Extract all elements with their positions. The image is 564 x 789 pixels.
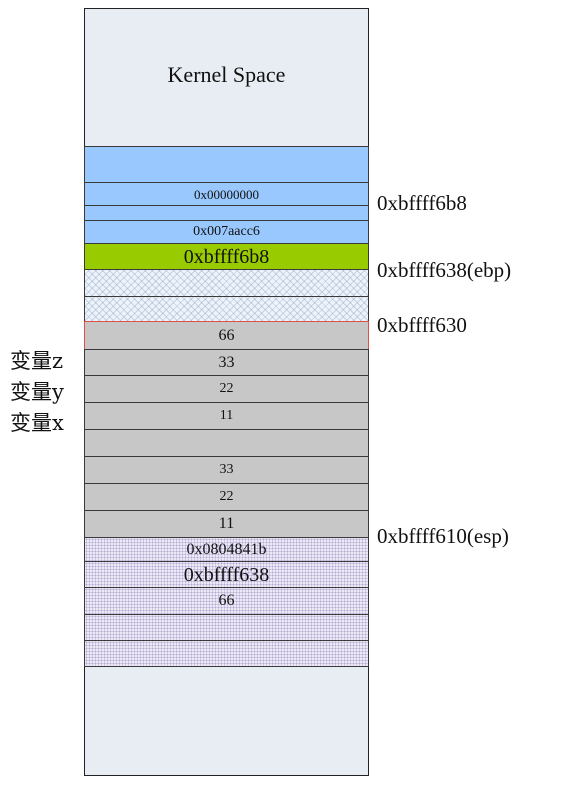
stack-cell: 66 bbox=[84, 587, 369, 615]
stack-cell: 0xbffff638 bbox=[84, 561, 369, 588]
stack-cell-highlighted: 66 bbox=[84, 321, 369, 350]
stack-cell: 0x0804841b bbox=[84, 537, 369, 562]
stack-cell: 0x00000000 bbox=[84, 182, 369, 206]
stack-cell bbox=[84, 296, 369, 322]
stack-cell bbox=[84, 146, 369, 183]
saved-ebp-cell: 0xbffff6b8 bbox=[84, 243, 369, 270]
variable-label-x: 变量x bbox=[10, 411, 64, 435]
stack-cell bbox=[84, 429, 369, 457]
stack-cell: 22 bbox=[84, 483, 369, 511]
stack-cell-x: 11 bbox=[84, 402, 369, 430]
stack-cell: 0x007aacc6 bbox=[84, 220, 369, 244]
variable-label-z: 变量z bbox=[10, 349, 64, 373]
stack-cell bbox=[84, 269, 369, 297]
address-label: 0xbffff630 bbox=[377, 313, 467, 337]
kernel-space-label: Kernel Space bbox=[167, 62, 286, 87]
stack-cell bbox=[84, 614, 369, 641]
stack-cell bbox=[84, 640, 369, 667]
variable-label-y: 变量y bbox=[10, 380, 64, 404]
address-label-esp: 0xbffff610(esp) bbox=[377, 524, 509, 548]
stack-cell: 33 bbox=[84, 456, 369, 484]
address-label: 0xbffff6b8 bbox=[377, 191, 467, 215]
address-label-ebp: 0xbffff638(ebp) bbox=[377, 258, 512, 282]
stack-cell-z: 33 bbox=[84, 349, 369, 376]
stack-cell-y: 22 bbox=[84, 375, 369, 403]
stack-cell: 11 bbox=[84, 510, 369, 538]
stack-cell bbox=[84, 205, 369, 221]
